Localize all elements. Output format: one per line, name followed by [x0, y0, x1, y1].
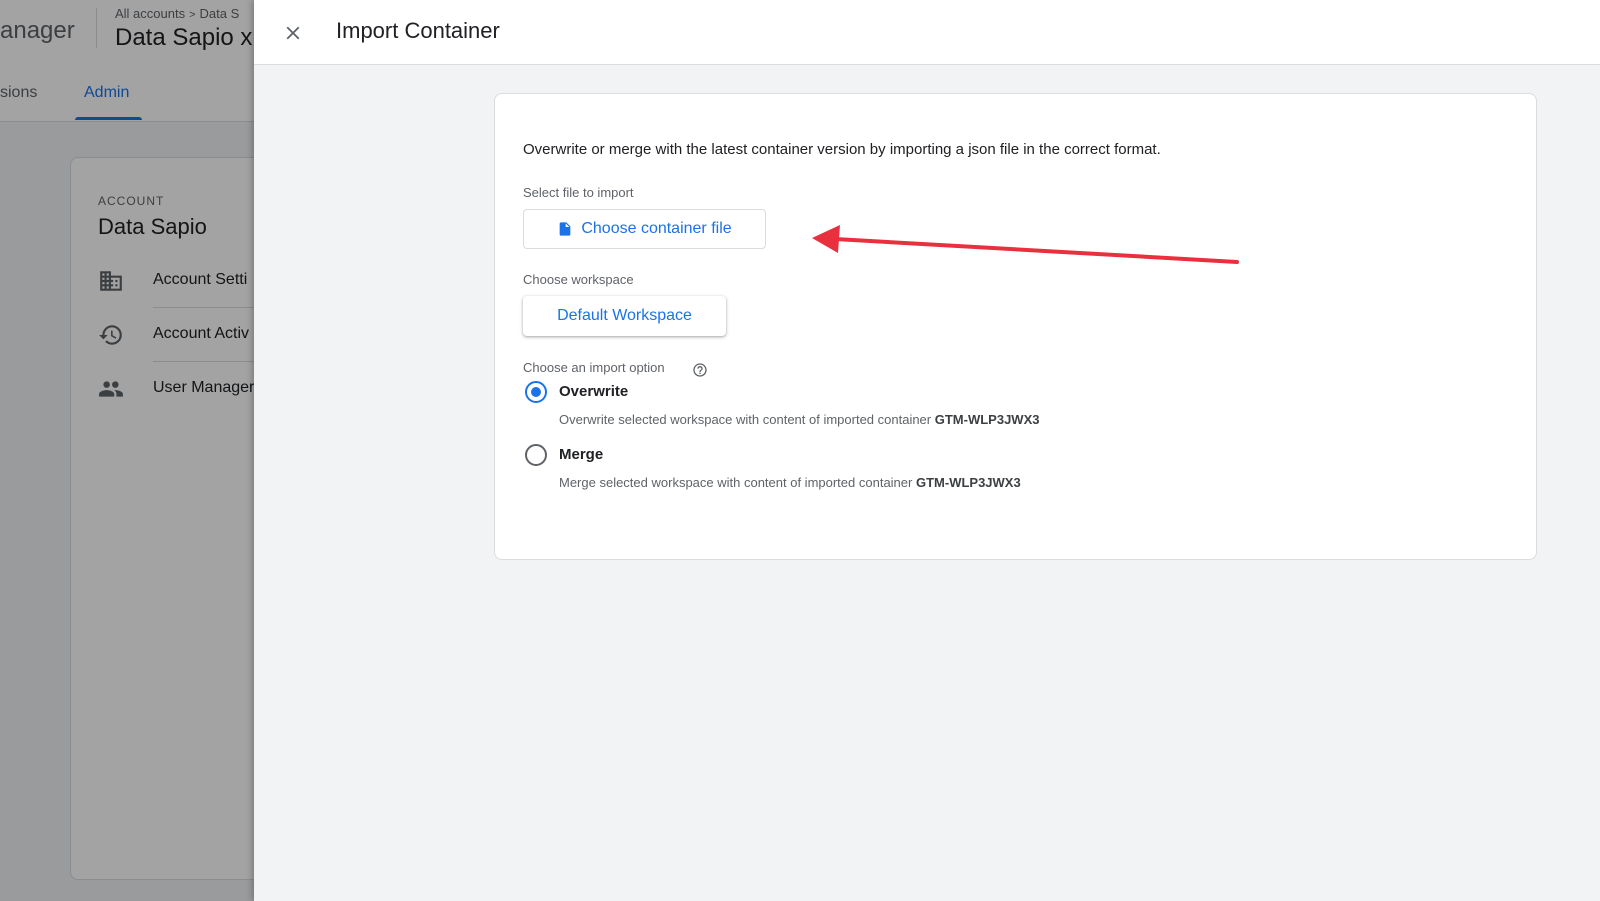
import-container-panel: Import Container Overwrite or merge with…	[254, 0, 1600, 901]
choose-container-file-button[interactable]: Choose container file	[523, 209, 766, 249]
overwrite-description-text: Overwrite selected workspace with conten…	[559, 412, 932, 427]
panel-title: Import Container	[336, 18, 500, 43]
merge-option-description: Merge selected workspace with content of…	[559, 475, 1021, 490]
import-option-label: Choose an import option	[523, 360, 665, 375]
intro-text: Overwrite or merge with the latest conta…	[523, 141, 1161, 158]
import-form-card: Overwrite or merge with the latest conta…	[494, 93, 1537, 560]
workspace-selector-button[interactable]: Default Workspace	[523, 296, 726, 336]
merge-description-text: Merge selected workspace with content of…	[559, 475, 913, 490]
modal-scrim[interactable]	[0, 0, 254, 901]
help-icon[interactable]	[692, 362, 708, 378]
close-icon	[286, 26, 300, 40]
workspace-button-label: Default Workspace	[557, 307, 692, 324]
panel-header: Import Container	[254, 0, 1600, 65]
choose-workspace-label: Choose workspace	[523, 272, 634, 287]
overwrite-option-description: Overwrite selected workspace with conten…	[559, 412, 1039, 427]
merge-option-label[interactable]: Merge	[559, 446, 603, 463]
overwrite-container-id: GTM-WLP3JWX3	[934, 412, 1040, 427]
select-file-label: Select file to import	[523, 185, 634, 200]
close-button[interactable]	[276, 16, 310, 50]
merge-container-id: GTM-WLP3JWX3	[915, 475, 1021, 490]
choose-file-button-label: Choose container file	[581, 220, 732, 237]
file-icon	[560, 222, 571, 236]
overwrite-radio[interactable]	[523, 379, 549, 405]
overwrite-option-label[interactable]: Overwrite	[559, 383, 628, 400]
merge-radio[interactable]	[523, 442, 549, 468]
